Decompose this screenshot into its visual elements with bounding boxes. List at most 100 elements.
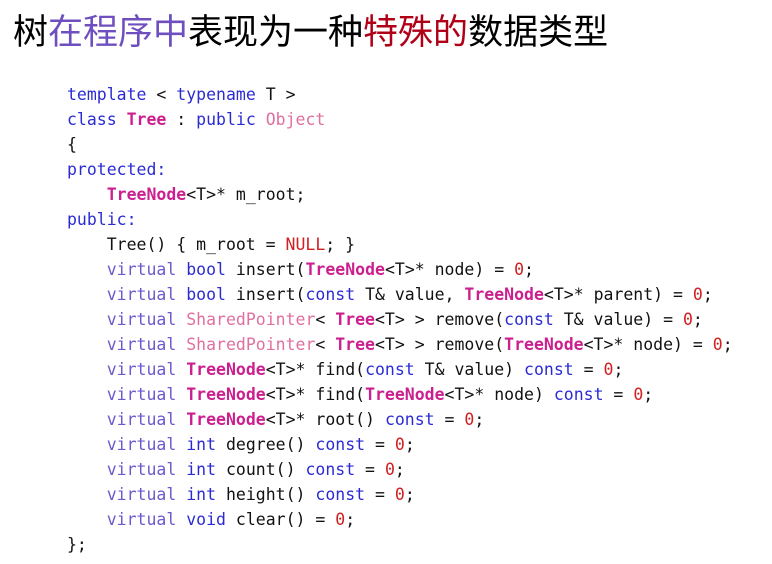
code-token-plain: height(): [216, 485, 316, 504]
title-segment-0: 树: [13, 13, 49, 53]
slide-title: 树在程序中表现为一种特殊的数据类型: [13, 11, 608, 55]
code-token-kw: int: [186, 435, 217, 454]
title-segment-1: 在程序中: [48, 13, 189, 53]
code-token-plain: =: [365, 435, 395, 454]
code-token-kw: bool: [186, 285, 226, 304]
code-token-num: 0: [682, 310, 693, 329]
code-token-kw: const: [553, 385, 604, 404]
code-line: public:: [67, 207, 733, 232]
code-line: Tree() { m_root = NULL; }: [67, 232, 733, 257]
code-token-plain: ;: [722, 335, 733, 354]
code-token-virt: virtual: [106, 335, 177, 354]
code-token-plain: ; }: [325, 235, 356, 254]
code-token-type: Tree: [335, 310, 375, 329]
code-line: virtual SharedPointer< Tree<T> > remove(…: [67, 332, 733, 357]
code-token-kw: const: [524, 360, 574, 379]
code-line: virtual int degree() const = 0;: [67, 432, 733, 457]
title-segment-2: 表现为一种: [188, 13, 364, 53]
code-token-plain: insert(: [225, 260, 306, 279]
code-token-kw: public:: [67, 210, 137, 229]
code-token-kw: typename: [176, 85, 256, 104]
code-token-num: 0: [394, 435, 405, 454]
code-token-num: 0: [335, 510, 346, 529]
code-token-plain: ;: [394, 460, 405, 479]
code-token-kw: class: [67, 110, 117, 129]
code-token-plain: insert(: [225, 285, 306, 304]
code-token-type: Tree: [126, 110, 167, 129]
code-token-kw: const: [305, 460, 356, 479]
code-token-plain: <T>* parent) =: [543, 285, 693, 304]
code-token-plain: <: [146, 85, 177, 104]
code-token-plain: <: [315, 310, 336, 329]
code-line: virtual TreeNode<T>* find(TreeNode<T>* n…: [67, 382, 733, 407]
code-token-plain: ;: [643, 385, 654, 404]
code-line: virtual int count() const = 0;: [67, 457, 733, 482]
code-token-plain: :: [166, 110, 197, 129]
code-token-num: 0: [633, 385, 644, 404]
code-token-plain: <T>* find(: [265, 385, 366, 404]
code-token-plain: T >: [255, 85, 296, 104]
code-block: template < typename T > class Tree : publ…: [67, 82, 733, 557]
code-token-plain: ;: [345, 510, 356, 529]
code-token-kw: bool: [186, 260, 226, 279]
code-token-num: 0: [692, 285, 703, 304]
code-line: };: [67, 532, 733, 557]
code-token-plain: ;: [524, 260, 534, 279]
code-token-num: 0: [464, 410, 475, 429]
code-token-kw: template: [67, 85, 147, 104]
code-token-plain: =: [434, 410, 465, 429]
code-token-plain: ;: [692, 310, 703, 329]
code-token-kw: const: [305, 285, 356, 304]
code-token-virt: virtual: [106, 435, 177, 454]
code-token-plain: =: [355, 460, 385, 479]
code-line: virtual void clear() = 0;: [67, 507, 733, 532]
code-token-kw: const: [315, 435, 366, 454]
code-token-virt: virtual: [106, 360, 177, 379]
code-token-plain: Tree() { m_root =: [67, 235, 286, 254]
code-token-virt: virtual: [106, 510, 177, 529]
code-line: class Tree : public Object: [67, 107, 733, 132]
code-token-plain: ;: [404, 485, 415, 504]
code-token-num: 0: [712, 335, 723, 354]
code-token-kw: const: [315, 485, 366, 504]
code-token-plain: {: [67, 135, 77, 154]
code-line: virtual TreeNode<T>* find(const T& value…: [67, 357, 733, 382]
code-token-plain: clear() =: [225, 510, 336, 529]
code-token-plain: <T>* node): [444, 385, 554, 404]
code-line: protected:: [67, 157, 733, 182]
code-token-plain: <T> > remove(: [375, 335, 505, 354]
code-token-plain: <T> > remove(: [375, 310, 505, 329]
code-token-plain: ;: [474, 410, 485, 429]
code-token-kw: int: [186, 460, 217, 479]
code-token-virt: virtual: [106, 410, 177, 429]
code-token-kw: protected:: [67, 160, 167, 179]
code-token-plain: <T>* find(: [265, 360, 366, 379]
code-token-plain: T& value) =: [553, 310, 683, 329]
code-token-num: 0: [603, 360, 614, 379]
code-token-type: TreeNode: [305, 260, 385, 279]
code-line: virtual int height() const = 0;: [67, 482, 733, 507]
code-token-type2: SharedPointer: [186, 335, 316, 354]
code-token-plain: =: [573, 360, 604, 379]
code-token-plain: count(): [216, 460, 306, 479]
code-token-type: TreeNode: [504, 335, 584, 354]
code-token-plain: =: [603, 385, 634, 404]
code-token-plain: =: [365, 485, 395, 504]
